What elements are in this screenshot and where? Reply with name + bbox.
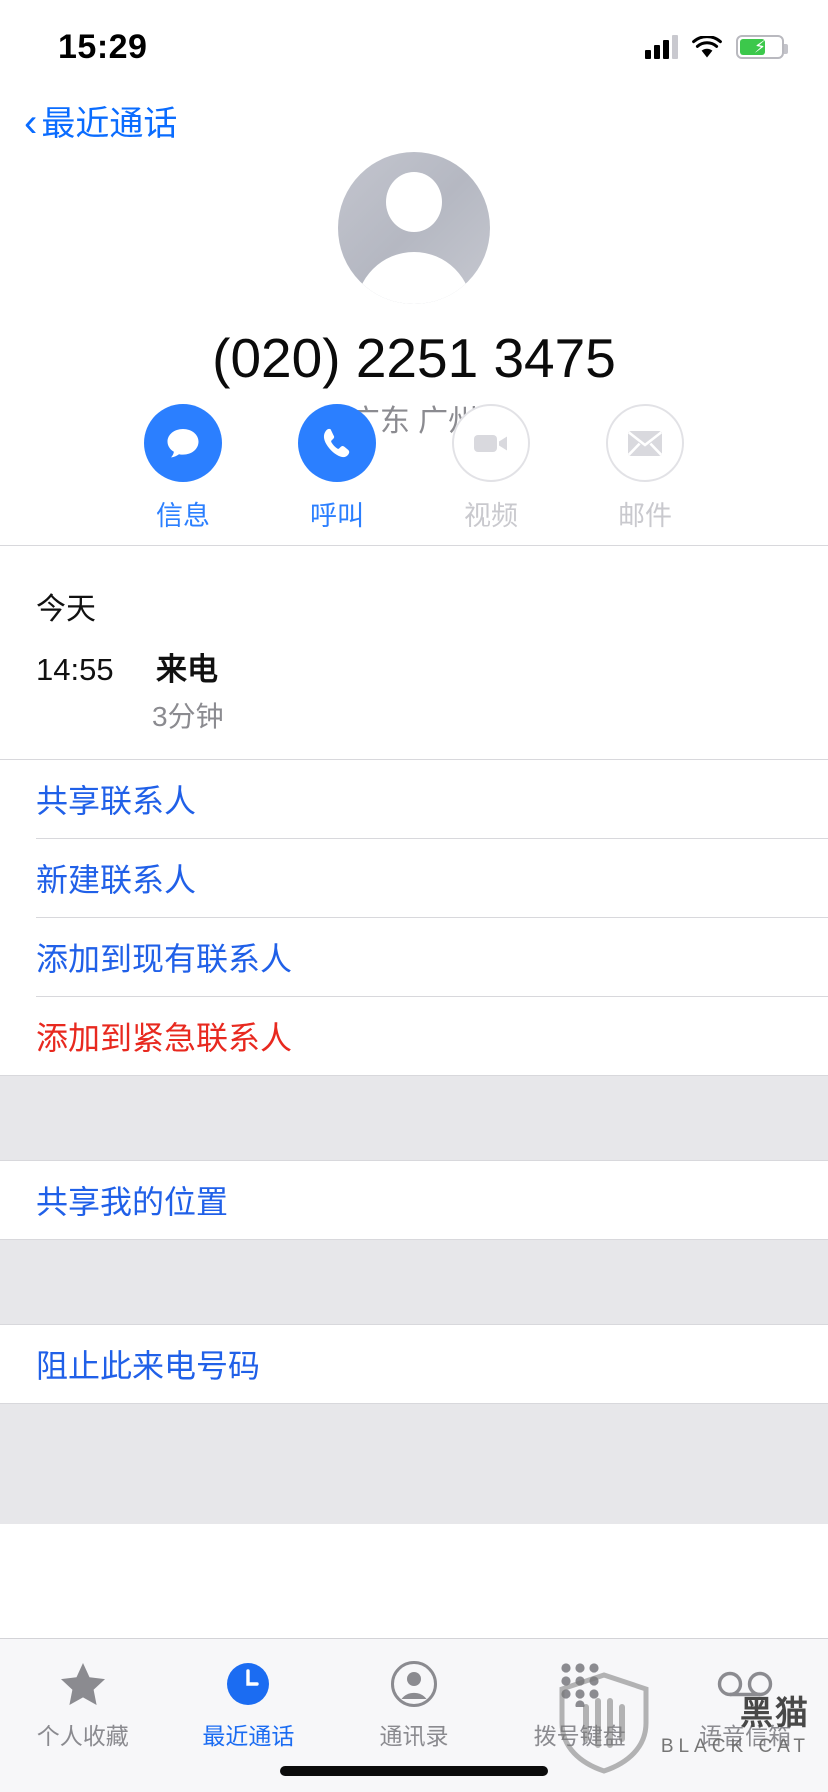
chevron-left-icon: ‹ bbox=[24, 100, 38, 145]
group-spacer bbox=[0, 1404, 828, 1524]
navigation-bar: ‹ 最近通话 bbox=[0, 92, 828, 156]
shield-icon bbox=[556, 1671, 652, 1780]
contacts-person-icon bbox=[331, 1655, 497, 1713]
call-action-button[interactable]: 呼叫 bbox=[298, 404, 376, 533]
person-placeholder-avatar bbox=[338, 152, 490, 304]
tab-bar: 个人收藏 最近通话 通讯录 拨号键盘 语音信箱 bbox=[0, 1638, 828, 1792]
block-group: 阻止此来电号码 bbox=[0, 1325, 828, 1403]
call-log-duration: 3分钟 bbox=[152, 701, 224, 732]
block-caller-row[interactable]: 阻止此来电号码 bbox=[0, 1325, 828, 1403]
tab-voicemail-label: 语音信箱 bbox=[699, 1723, 792, 1749]
star-icon bbox=[0, 1655, 166, 1713]
share-contact-row[interactable]: 共享联系人 bbox=[0, 760, 828, 838]
add-to-emergency-contacts-row[interactable]: 添加到紧急联系人 bbox=[0, 997, 828, 1075]
call-log-time: 14:55 bbox=[36, 652, 114, 687]
video-action-label: 视频 bbox=[464, 501, 518, 531]
wifi-icon bbox=[692, 35, 722, 59]
mail-action-button[interactable]: 邮件 bbox=[606, 404, 684, 533]
tab-favorites-label: 个人收藏 bbox=[36, 1723, 129, 1749]
group-spacer bbox=[0, 1240, 828, 1324]
cellular-signal-icon bbox=[645, 35, 678, 59]
back-button[interactable]: ‹ 最近通话 bbox=[24, 92, 177, 156]
call-log-section: 今天 14:55 来电 3分钟 bbox=[0, 546, 828, 759]
call-log-entry: 14:55 来电 bbox=[0, 644, 828, 689]
call-log-day-header: 今天 bbox=[36, 593, 96, 626]
voicemail-icon bbox=[662, 1655, 828, 1713]
status-bar-time: 15:29 bbox=[58, 28, 148, 66]
phone-handset-icon bbox=[298, 404, 376, 482]
recents-clock-icon bbox=[166, 1655, 332, 1713]
message-bubble-icon bbox=[144, 404, 222, 482]
back-button-label: 最近通话 bbox=[41, 105, 178, 143]
status-bar: 15:29 ⚡ bbox=[0, 0, 828, 92]
create-new-contact-row[interactable]: 新建联系人 bbox=[0, 839, 828, 917]
page-title: (020) 2251 3475 bbox=[212, 327, 616, 389]
battery-charging-icon: ⚡ bbox=[736, 35, 788, 59]
add-to-existing-contact-row[interactable]: 添加到现有联系人 bbox=[0, 918, 828, 996]
message-action-label: 信息 bbox=[156, 501, 210, 531]
share-my-location-row[interactable]: 共享我的位置 bbox=[0, 1161, 828, 1239]
video-action-button[interactable]: 视频 bbox=[452, 404, 530, 533]
location-group: 共享我的位置 bbox=[0, 1161, 828, 1239]
message-action-button[interactable]: 信息 bbox=[144, 404, 222, 533]
video-camera-icon bbox=[452, 404, 530, 482]
contact-header: (020) 2251 3475 广东 广州 bbox=[0, 152, 828, 440]
details-content: 今天 14:55 来电 3分钟 共享联系人 新建联系人 添加到现有联系人 添加到… bbox=[0, 545, 828, 1524]
tab-contacts-label: 通讯录 bbox=[379, 1723, 449, 1749]
call-log-type: 来电 bbox=[156, 652, 218, 687]
tab-favorites[interactable]: 个人收藏 bbox=[0, 1655, 166, 1751]
status-bar-indicators: ⚡ bbox=[645, 30, 788, 64]
tab-contacts[interactable]: 通讯录 bbox=[331, 1655, 497, 1751]
quick-actions: 信息 呼叫 视频 邮件 bbox=[0, 404, 828, 533]
call-action-label: 呼叫 bbox=[310, 501, 364, 531]
tab-recents[interactable]: 最近通话 bbox=[166, 1655, 332, 1751]
contact-actions-group: 共享联系人 新建联系人 添加到现有联系人 添加到紧急联系人 bbox=[0, 760, 828, 1075]
tab-recents-label: 最近通话 bbox=[202, 1723, 295, 1749]
phone-call-details-screen: 15:29 ⚡ ‹ 最近通话 (020) 2251 3475 广东 广州 信息 … bbox=[0, 0, 828, 1792]
tab-voicemail[interactable]: 语音信箱 bbox=[662, 1655, 828, 1751]
home-indicator bbox=[280, 1766, 548, 1776]
group-spacer bbox=[0, 1076, 828, 1160]
envelope-icon bbox=[606, 404, 684, 482]
mail-action-label: 邮件 bbox=[618, 501, 672, 531]
